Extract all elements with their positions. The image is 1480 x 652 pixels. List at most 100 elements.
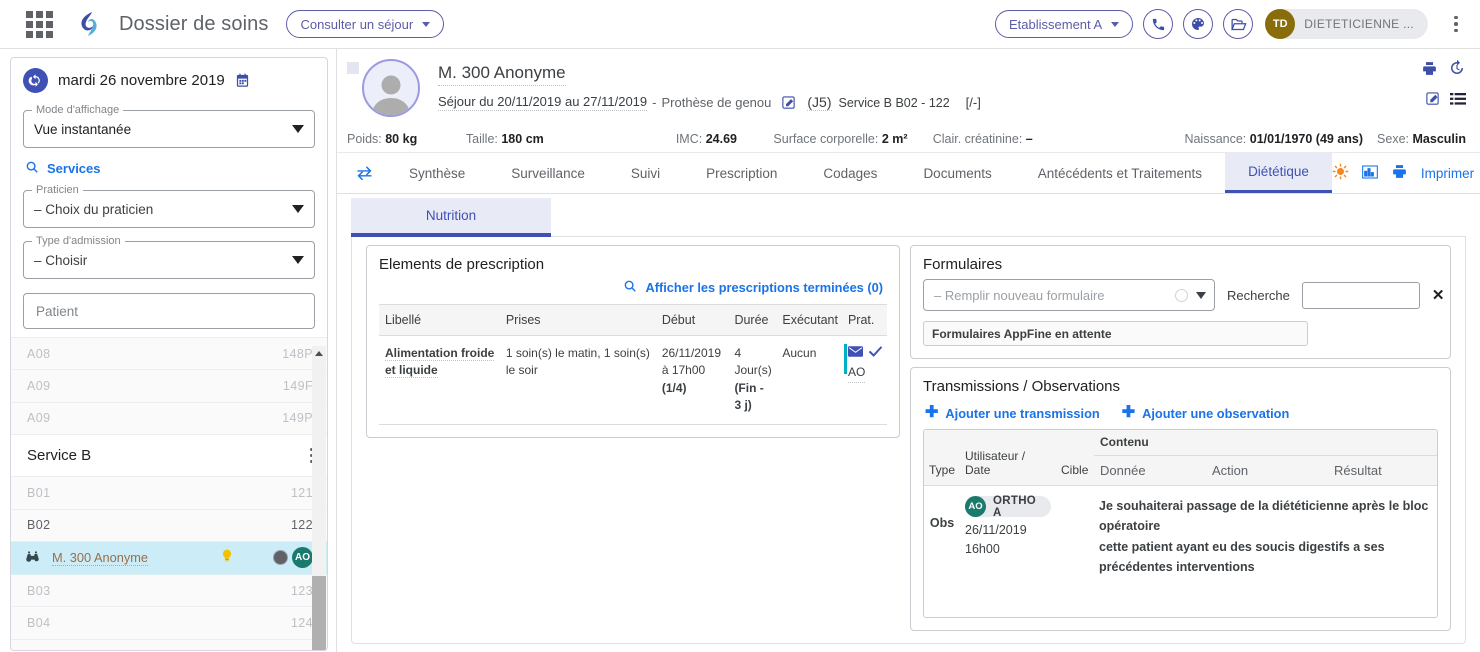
praticien-legend: Praticien: [32, 184, 83, 196]
tab-suivi[interactable]: Suivi: [608, 153, 683, 193]
search-icon: [25, 160, 39, 177]
show-finished-prescriptions-link[interactable]: Afficher les prescriptions terminées (0): [379, 279, 883, 296]
lightbulb-icon[interactable]: [220, 548, 234, 567]
establishment-selector[interactable]: Etablissement A: [995, 10, 1134, 38]
bed-number: 125F: [283, 648, 313, 650]
user-pill[interactable]: AO ORTHO A: [965, 495, 1052, 519]
list-item[interactable]: B05 P - F 125F: [11, 639, 327, 650]
user-chip[interactable]: TD DIETETICIENNE ...: [1265, 9, 1428, 39]
list-item[interactable]: B01 121: [11, 477, 327, 510]
appfine-pending-bar[interactable]: Formulaires AppFine en attente: [923, 321, 1308, 346]
cell-executant: Aucun: [776, 335, 842, 425]
folder-open-icon[interactable]: [1223, 9, 1254, 39]
swap-arrows-icon[interactable]: [343, 153, 386, 193]
apps-grid-icon[interactable]: [26, 10, 53, 38]
formulaires-controls: – Remplir nouveau formulaire Recherche ✕: [923, 279, 1444, 311]
add-transmission-button[interactable]: ✚ Ajouter une transmission: [925, 405, 1100, 421]
tab-dietetique[interactable]: Diététique: [1225, 153, 1332, 193]
sidebar-item-patient-300-anonyme[interactable]: M. 300 Anonyme AO: [11, 541, 327, 575]
vital-label: Surface corporelle:: [773, 132, 879, 146]
consult-stay-button[interactable]: Consulter un séjour: [286, 10, 445, 38]
sub-tab-filler: [551, 198, 1466, 237]
list-item[interactable]: A09 149F: [11, 370, 327, 403]
col-utilisateur-date: Utilisateur / Date: [960, 430, 1057, 486]
tab-synthese[interactable]: Synthèse: [386, 153, 488, 193]
display-mode-select[interactable]: Mode d'affichage Vue instantanée: [23, 104, 315, 148]
bed-label: A08: [27, 346, 51, 361]
vital-poids: Poids: 80 kg: [347, 132, 466, 146]
separator-dash: -: [652, 95, 657, 110]
edit-icon[interactable]: [781, 95, 796, 110]
scrollbar-thumb[interactable]: [312, 576, 326, 650]
topbar-actions: Etablissement A TD DIETETICIENNE ...: [995, 9, 1466, 39]
praticien-select[interactable]: Praticien – Choix du praticien: [23, 184, 315, 228]
bed-number: 121: [290, 485, 313, 500]
list-item[interactable]: A08 148P: [11, 338, 327, 371]
list-item[interactable]: A09 149P: [11, 402, 327, 436]
search-label: Recherche: [1227, 287, 1290, 303]
admission-value: – Choisir: [34, 252, 88, 268]
mail-icon[interactable]: [847, 345, 863, 362]
cell-contenu: Je souhaiterai passage de la diététicien…: [1094, 485, 1437, 589]
list-item[interactable]: B02 122: [11, 509, 327, 542]
printer-icon[interactable]: [1391, 163, 1408, 183]
bar-chart-icon[interactable]: [1361, 164, 1378, 182]
vital-value: 24.69: [705, 132, 737, 146]
check-icon[interactable]: [868, 345, 883, 362]
practitioner-badge[interactable]: AO: [292, 547, 313, 569]
top-bar: Dossier de soins Consulter un séjour Eta…: [0, 0, 1480, 49]
brand-logo-icon[interactable]: [75, 9, 103, 39]
duree-unit: Jour(s): [734, 363, 772, 378]
vital-label: Clair. créatinine:: [932, 132, 1023, 146]
history-icon[interactable]: [1448, 59, 1466, 77]
duree-num: 4: [734, 346, 742, 360]
binoculars-icon[interactable]: [25, 549, 40, 567]
tab-antecedents[interactable]: Antécédents et Traitements: [1015, 153, 1225, 193]
add-observation-button[interactable]: ✚ Ajouter une observation: [1122, 405, 1290, 421]
tab-surveillance[interactable]: Surveillance: [488, 153, 608, 193]
patient-name-title[interactable]: M. 300 Anonyme: [438, 63, 566, 86]
tab-codages[interactable]: Codages: [800, 153, 900, 193]
admission-type-select[interactable]: Type d'admission – Choisir: [23, 235, 315, 279]
note-edit-icon[interactable]: [1425, 91, 1440, 106]
formulaires-title: Formulaires: [923, 256, 1003, 273]
close-icon[interactable]: ✕: [1432, 286, 1445, 304]
tab-prescription[interactable]: Prescription: [683, 153, 800, 193]
vital-value: 80 kg: [385, 132, 418, 146]
more-vertical-icon[interactable]: [1446, 15, 1466, 33]
refresh-icon[interactable]: [23, 68, 48, 93]
col-prises: Prises: [499, 304, 656, 336]
calendar-icon[interactable]: [235, 73, 250, 88]
header-icon-row-bottom: [1425, 91, 1466, 106]
table-row[interactable]: Obs AO ORTHO A 26/11/2019 16h00 Je souha…: [924, 485, 1437, 589]
sun-alert-icon[interactable]: [1332, 163, 1349, 183]
current-date: mardi 26 novembre 2019: [58, 72, 225, 89]
print-link[interactable]: Imprimer: [1421, 166, 1474, 181]
search-input[interactable]: [1301, 281, 1420, 309]
list-item[interactable]: B04 124: [11, 607, 327, 640]
subtab-nutrition[interactable]: Nutrition: [351, 198, 551, 237]
sidebar-section-service-b[interactable]: Service B: [11, 435, 327, 478]
person-avatar-icon[interactable]: [362, 59, 420, 117]
table-row[interactable]: Alimentation froide et liquide 1 soin(s)…: [379, 335, 887, 425]
right-panel: Formulaires – Remplir nouveau formulaire…: [910, 245, 1451, 631]
services-link[interactable]: Services: [25, 160, 315, 177]
new-form-select[interactable]: – Remplir nouveau formulaire: [923, 279, 1215, 311]
patient-name: M. 300 Anonyme: [52, 549, 149, 566]
list-icon[interactable]: [1450, 92, 1466, 106]
stay-dates[interactable]: Séjour du 20/11/2019 au 27/11/2019: [438, 94, 648, 111]
content-area: ⠿ mardi 26 novembre 2019 Mode d'affichag…: [0, 49, 1480, 652]
palette-icon[interactable]: [1183, 9, 1214, 39]
scroll-up-icon[interactable]: [315, 351, 323, 356]
phone-icon[interactable]: [1143, 9, 1174, 39]
add-observation-label: Ajouter une observation: [1142, 405, 1290, 421]
status-dot-icon[interactable]: [273, 550, 288, 566]
tab-documents[interactable]: Documents: [900, 153, 1014, 193]
vital-label: Naissance:: [1184, 132, 1247, 146]
patient-search-input[interactable]: [23, 293, 315, 329]
vital-label: Sexe:: [1377, 132, 1410, 146]
vital-value: 180 cm: [501, 132, 544, 146]
list-item[interactable]: B03 123: [11, 574, 327, 608]
print-icon[interactable]: [1421, 60, 1438, 77]
sidebar-scrollbar[interactable]: [312, 346, 326, 650]
